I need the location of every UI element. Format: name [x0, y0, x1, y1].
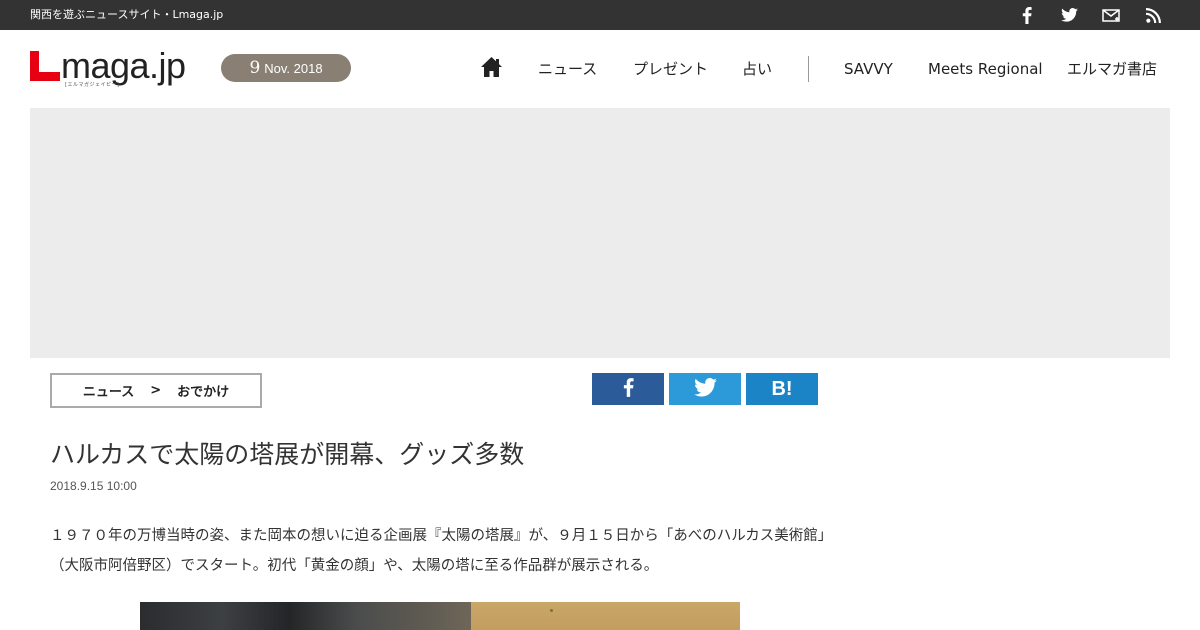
hatena-bookmark-label: B!	[771, 377, 793, 400]
article-lead: １９７０年の万博当時の姿、また岡本の想いに迫る企画展『太陽の塔展』が、９月１５日…	[50, 528, 833, 574]
rss-icon[interactable]	[1144, 6, 1162, 24]
breadcrumb: ニュース > おでかけ	[50, 373, 262, 408]
nav-item-bookstore[interactable]: エルマガ書店	[1067, 60, 1157, 78]
nav-divider	[808, 56, 809, 82]
main-nav: ニュース プレゼント 占い SAVVY Meets Regional エルマガ書…	[0, 30, 1200, 108]
hatena-bookmark-button[interactable]: B!	[746, 373, 818, 405]
top-bar: 関西を遊ぶニュースサイト・Lmaga.jp	[0, 0, 1200, 30]
twitter-icon	[693, 377, 717, 401]
article-date: 2018.9.15 10:00	[50, 479, 137, 493]
nav-item-present[interactable]: プレゼント	[633, 60, 708, 78]
article-photo-left	[140, 602, 471, 630]
facebook-icon[interactable]	[1018, 6, 1036, 24]
mail-icon[interactable]	[1102, 6, 1120, 24]
ad-banner-area	[30, 108, 1170, 358]
twitter-icon[interactable]	[1060, 6, 1078, 24]
breadcrumb-item-outing[interactable]: おでかけ	[177, 381, 229, 400]
facebook-share-button[interactable]	[592, 373, 664, 405]
facebook-icon	[623, 377, 634, 401]
breadcrumb-item-news[interactable]: ニュース	[83, 381, 134, 400]
social-links	[1018, 6, 1162, 24]
nav-item-fortune[interactable]: 占い	[742, 60, 772, 78]
breadcrumb-separator: >	[150, 383, 162, 398]
article-photo-right	[471, 602, 740, 630]
nav-item-meets-regional[interactable]: Meets Regional	[928, 60, 1043, 78]
article-title: ハルカスで太陽の塔展が開幕、グッズ多数	[50, 440, 525, 469]
site-header: maga.jp [エルマガジェイピー] 9 Nov. 2018 ニュース プレゼ…	[0, 30, 1200, 108]
home-icon[interactable]	[480, 56, 503, 78]
site-tagline: 関西を遊ぶニュースサイト・Lmaga.jp	[30, 8, 224, 21]
twitter-share-button[interactable]	[669, 373, 741, 405]
nav-item-savvy[interactable]: SAVVY	[844, 60, 893, 78]
nav-item-news[interactable]: ニュース	[538, 60, 597, 78]
